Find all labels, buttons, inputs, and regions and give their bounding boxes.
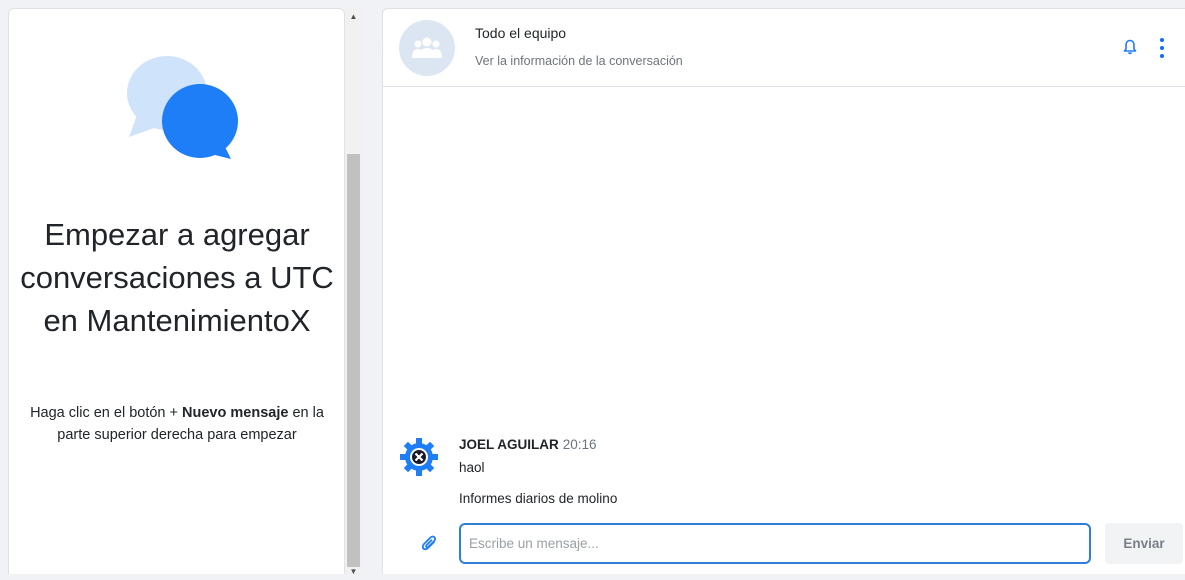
message-author: JOEL AGUILAR 20:16 [459,437,597,452]
conversation-info-link[interactable]: Ver la información de la conversación [475,54,683,68]
scrollbar[interactable]: ▲ ▼ [345,8,362,576]
bell-icon[interactable] [1121,37,1139,57]
scroll-down-arrow-icon[interactable]: ▼ [345,563,362,580]
group-icon[interactable] [399,20,455,76]
new-message-label: Nuevo mensaje [182,405,289,421]
empty-state-title: Empezar a agregar conversaciones a UTC e… [20,217,334,338]
message-text: haol [459,460,485,475]
conversation-header: Todo el equipo Ver la información de la … [383,9,1185,87]
conversation-title: Todo el equipo [475,25,567,41]
message-time: 20:16 [562,437,597,452]
paperclip-icon[interactable] [419,531,439,555]
conversations-panel: Empezar a agregar conversaciones a UTC e… [8,8,345,574]
empty-state-description: Haga clic en el botón + Nuevo mensaje en… [30,405,324,443]
message-text: Informes diarios de molino [459,491,618,506]
chat-bubbles-icon [127,55,243,161]
more-vertical-icon[interactable] [1155,36,1169,60]
conversation-panel: Todo el equipo Ver la información de la … [382,8,1185,574]
scroll-thumb[interactable] [347,154,360,567]
user-avatar-icon [397,435,441,479]
scroll-up-arrow-icon[interactable]: ▲ [345,8,362,25]
send-button[interactable]: Enviar [1105,523,1183,564]
message-input[interactable] [459,523,1091,564]
message-composer: Enviar [383,521,1185,567]
